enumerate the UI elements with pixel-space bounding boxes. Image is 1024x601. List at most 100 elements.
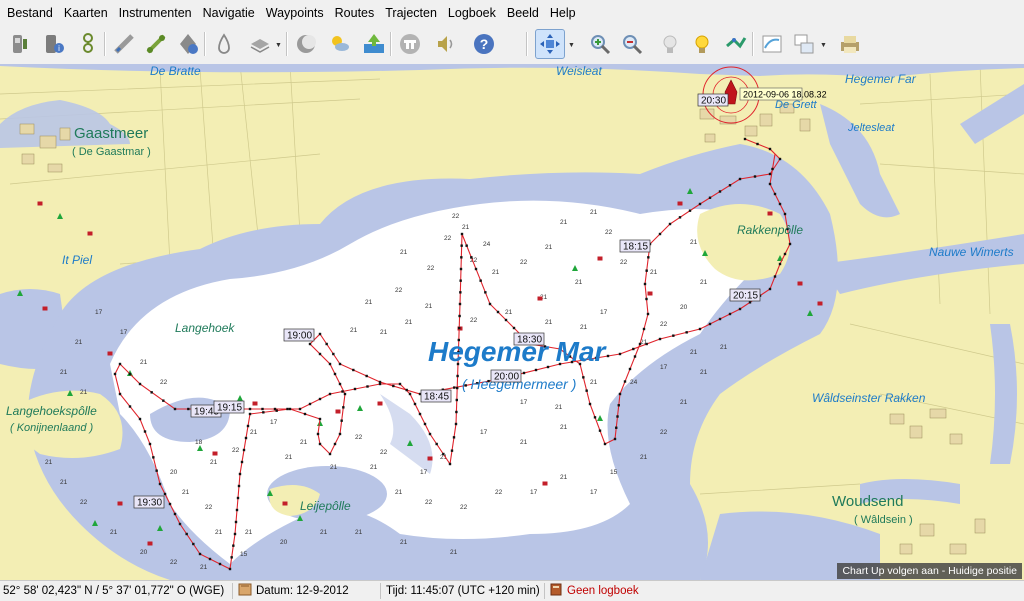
track-point: [338, 362, 342, 366]
track-point: [237, 484, 241, 488]
track-point: [454, 422, 458, 426]
ruler-icon[interactable]: [110, 30, 138, 58]
track-point: [343, 392, 347, 396]
track-point: [452, 436, 456, 439]
depth-sounding: 22: [660, 429, 668, 436]
zoom-in-icon[interactable]: [586, 30, 614, 58]
menu-routes[interactable]: Routes: [331, 0, 379, 26]
weather-icon[interactable]: [326, 30, 354, 58]
zoom-out-icon[interactable]: [618, 30, 646, 58]
menu-beeld[interactable]: Beeld: [503, 0, 543, 26]
menu-logboek[interactable]: Logboek: [444, 0, 500, 26]
depth-sounding: 22: [205, 504, 213, 511]
help-icon[interactable]: ?: [470, 30, 498, 58]
track-point: [234, 520, 238, 524]
track-point: [232, 544, 235, 547]
track-point: [398, 382, 402, 386]
track-point: [728, 184, 732, 187]
menu-bestand[interactable]: Bestand: [3, 0, 57, 26]
depth-sounding: 21: [700, 369, 708, 376]
track-point: [718, 317, 722, 321]
track-point: [718, 190, 722, 193]
track-point: [208, 557, 212, 561]
waypoint-info-icon[interactable]: [174, 30, 202, 58]
track-point: [773, 192, 777, 196]
menu-waypoints[interactable]: Waypoints: [262, 0, 328, 26]
depth-sounding: 21: [60, 479, 68, 486]
track-point: [645, 297, 648, 301]
depth-sounding: 21: [590, 379, 598, 386]
route-icon[interactable]: [142, 30, 170, 58]
depth-sounding: 21: [650, 269, 658, 276]
track-point: [685, 331, 688, 334]
track-point: [168, 502, 172, 506]
depth-sounding: 21: [350, 327, 358, 334]
track-point: [460, 232, 464, 236]
print-icon[interactable]: [836, 30, 864, 58]
red-buoy-icon: [87, 231, 93, 236]
label-gaastmeer-sub: ( De Gaastmar ): [72, 146, 151, 158]
menu-instrumenten[interactable]: Instrumenten: [115, 0, 196, 26]
depth-sounding: 21: [400, 539, 408, 546]
depth-sounding: 17: [600, 309, 608, 316]
instruments-icon[interactable]: [6, 30, 34, 58]
layers-icon[interactable]: [246, 30, 274, 58]
track-point: [298, 407, 302, 411]
chart-view-icon[interactable]: [758, 30, 786, 58]
track-point: [128, 372, 132, 376]
menu-kaarten[interactable]: Kaarten: [60, 0, 112, 26]
track-point: [365, 374, 368, 378]
svg-text:i: i: [58, 44, 60, 53]
depth-sounding: 21: [640, 454, 648, 461]
track-point: [162, 399, 165, 402]
trail-icon[interactable]: [722, 30, 750, 58]
red-buoy-icon: [37, 201, 43, 206]
label-gaastmeer: Gaastmeer: [74, 125, 148, 142]
depth-sounding: 21: [560, 424, 568, 431]
sound-icon[interactable]: [432, 30, 460, 58]
chart-download-icon[interactable]: [360, 30, 388, 58]
track-point: [275, 409, 278, 412]
track-point: [771, 167, 774, 171]
track-point: [413, 402, 417, 406]
depth-sounding: 21: [690, 349, 698, 356]
logbook-status[interactable]: Geen logboek: [567, 581, 639, 601]
depth-sounding: 21: [370, 464, 378, 471]
depth-sounding: 21: [450, 549, 458, 556]
track-point: [646, 312, 650, 316]
label-de-bratte: De Bratte: [150, 64, 201, 78]
info-instruments-icon[interactable]: i: [40, 30, 68, 58]
track-point: [632, 347, 635, 351]
moon-icon[interactable]: [292, 30, 320, 58]
depth-sounding: 17: [530, 489, 538, 496]
track-point: [192, 542, 195, 546]
menu-navigatie[interactable]: Navigatie: [199, 0, 259, 26]
label-rakkenpolle: Rakkenpôlle: [737, 223, 803, 237]
light-off-icon[interactable]: [656, 30, 684, 58]
gps-icon[interactable]: [74, 30, 102, 58]
menu-trajecten[interactable]: Trajecten: [381, 0, 441, 26]
track-point: [352, 368, 355, 372]
light-on-icon[interactable]: [688, 30, 716, 58]
depth-sounding: 21: [680, 399, 688, 406]
depth-sounding: 22: [170, 559, 178, 566]
red-buoy-icon: [677, 201, 683, 206]
depth-sounding: 24: [483, 241, 491, 248]
chart-select-icon[interactable]: [790, 30, 818, 58]
chart-map[interactable]: 22 21 22 24 22 21 22 21 22 21 21 21 22 22 21 21 21 22 21 22…: [0, 64, 1024, 580]
depth-sounding: 15: [240, 551, 248, 558]
track-point: [708, 196, 712, 199]
depth-sounding: 22: [495, 489, 503, 496]
anchor-drop-icon[interactable]: [210, 30, 238, 58]
follow-mode-icon[interactable]: [535, 29, 565, 59]
red-buoy-icon: [537, 296, 543, 301]
tide-icon[interactable]: [396, 30, 424, 58]
track-point: [688, 209, 692, 212]
depth-sounding: 21: [200, 564, 208, 571]
track-point: [613, 437, 617, 441]
logbook-icon[interactable]: [549, 581, 563, 601]
nautical-chart[interactable]: 22 21 22 24 22 21 22 21 22 21 21 21 22 22 21 21 21 22 21 22…: [0, 64, 1024, 580]
menu-help[interactable]: Help: [546, 0, 580, 26]
red-buoy-icon: [252, 401, 258, 406]
track-point: [645, 269, 648, 272]
